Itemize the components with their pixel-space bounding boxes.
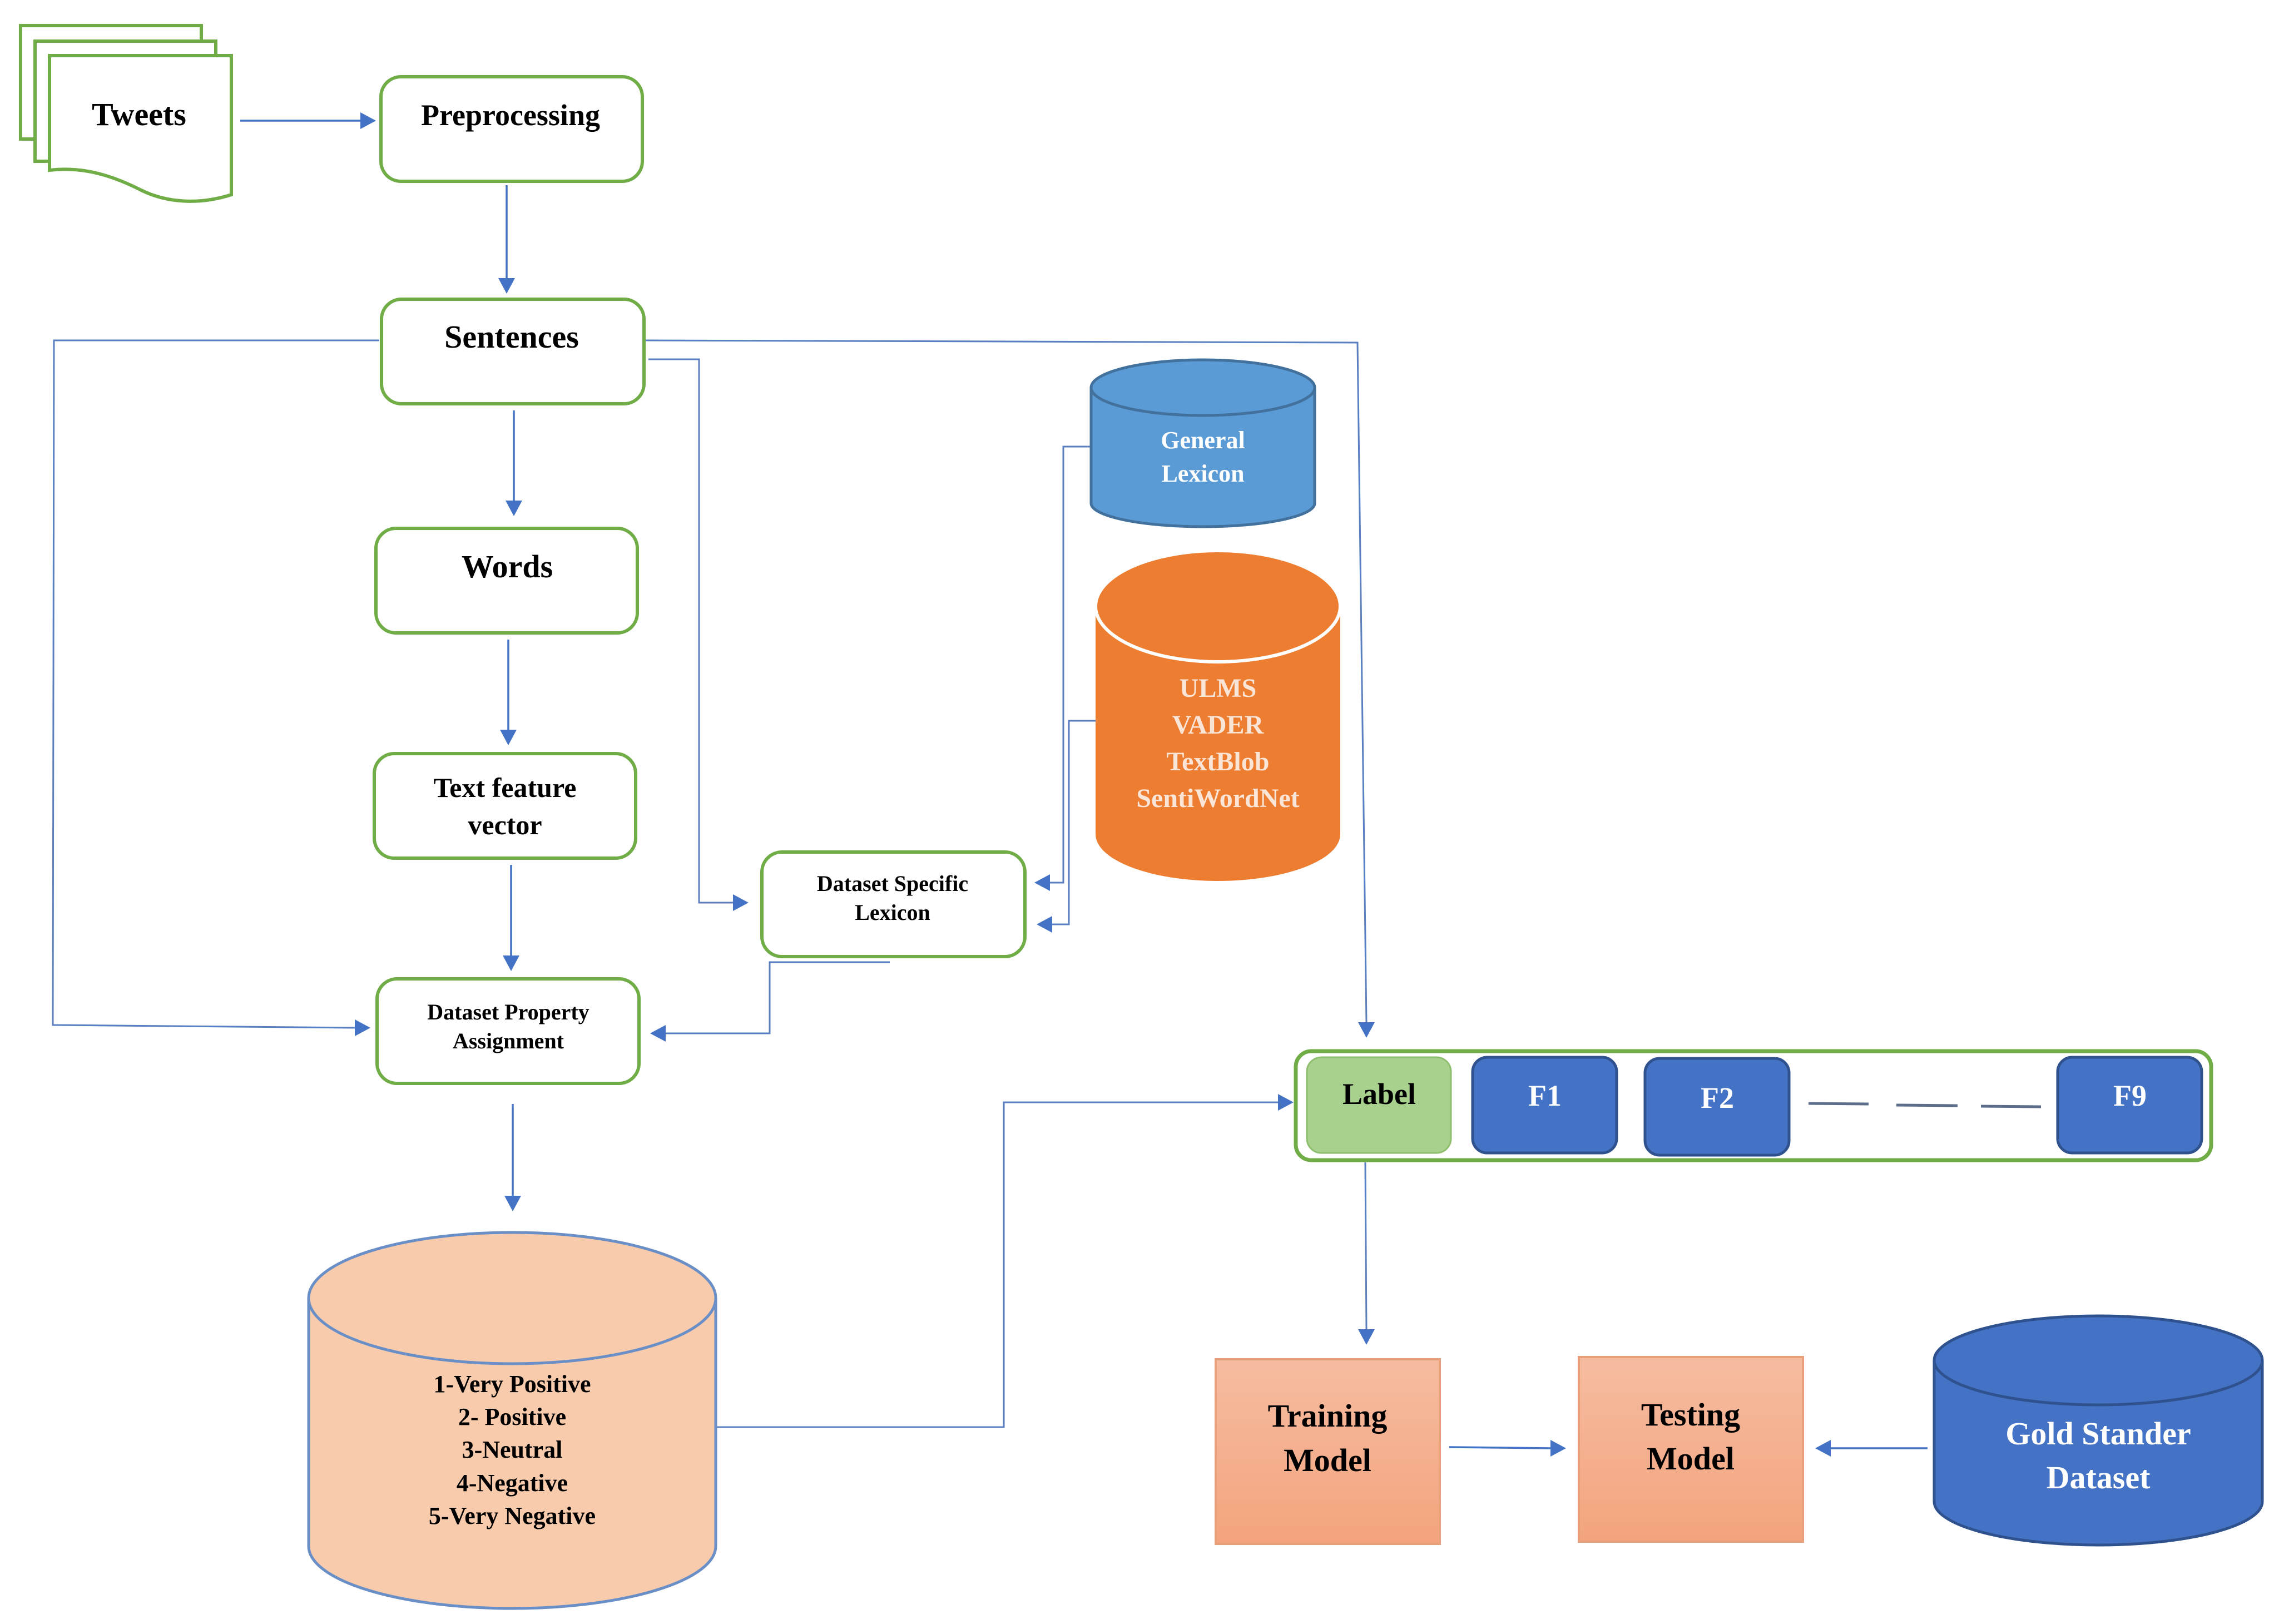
node-dataset-property-assignment[interactable]: Dataset Property Assignment [375, 977, 641, 1085]
node-text-feature-vector[interactable]: Text feature vector [373, 752, 637, 860]
node-testing-model[interactable]: Testing Model [1578, 1356, 1804, 1543]
arrowhead [1815, 1440, 1831, 1457]
ellipsis-dash [1896, 1103, 1958, 1107]
dataset-property-assignment-label-line-2: Assignment [453, 1028, 564, 1053]
dataset-property-assignment-label-line-1: Dataset Property [427, 999, 589, 1024]
node-feature-vector[interactable]: Label F1 F2 F9 [1294, 1049, 2213, 1162]
node-general-lexicon[interactable]: General Lexicon [1089, 358, 1316, 528]
edge-lexicontools-specificlexicon [1051, 720, 1096, 925]
arrowhead [1550, 1440, 1566, 1457]
arrowhead [1037, 916, 1052, 933]
lexicon-tools-label-line-2: VADER [1172, 710, 1265, 740]
general-lexicon-cylinder-top [1089, 358, 1316, 417]
feature-cell-label[interactable]: Label [1306, 1056, 1452, 1154]
edge-featurevector-training [1364, 1162, 1368, 1330]
arrowhead [1358, 1022, 1375, 1038]
preprocessing-label: Preprocessing [421, 98, 600, 132]
arrowhead [360, 112, 376, 129]
arrowhead [506, 501, 522, 516]
node-lexicon-tools[interactable]: ULMS VADER TextBlob SentiWordNet [1094, 549, 1342, 881]
f2-cell-text: F2 [1701, 1081, 1734, 1115]
sentiment-class-5: 5-Very Negative [429, 1502, 596, 1529]
lexicon-tools-label-line-1: ULMS [1180, 674, 1257, 703]
text-feature-vector-label-line-1: Text feature [434, 772, 577, 803]
testing-model-label-line-2: Model [1647, 1440, 1735, 1477]
arrowhead [1358, 1329, 1375, 1345]
text-feature-vector-box [373, 752, 637, 860]
text-feature-vector-label-line-2: vector [468, 809, 542, 840]
ellipsis-dash [1808, 1102, 1869, 1106]
arrowhead [500, 730, 517, 745]
words-label: Words [462, 548, 553, 585]
lexicon-tools-cylinder-top [1094, 549, 1342, 664]
node-sentences[interactable]: Sentences [380, 298, 646, 405]
training-model-label-line-2: Model [1284, 1442, 1371, 1478]
f9-cell-text: F9 [2113, 1079, 2147, 1112]
training-model-label-line-1: Training [1268, 1398, 1388, 1434]
arrowhead [504, 1196, 521, 1211]
arrowhead [650, 1025, 666, 1042]
node-training-model[interactable]: Training Model [1215, 1358, 1441, 1545]
methodology-flow-diagram: Tweets Preprocessing Sentences Words Tex… [19, 24, 2264, 1610]
lexicon-tools-label-line-4: SentiWordNet [1136, 784, 1299, 813]
gold-standard-cylinder-top [1933, 1314, 2264, 1407]
sentiment-class-4: 4-Negative [457, 1469, 568, 1497]
node-preprocessing[interactable]: Preprocessing [379, 75, 644, 183]
tweets-label: Tweets [92, 96, 186, 132]
edge-sentimentdb-featurevector [716, 1101, 1279, 1428]
feature-cell-f1[interactable]: F1 [1471, 1056, 1618, 1155]
testing-model-label-line-1: Testing [1641, 1397, 1740, 1433]
arrowhead [498, 278, 515, 294]
edge-sentences-specificlexicon [648, 358, 734, 904]
label-cell-text: Label [1342, 1077, 1416, 1111]
sentiment-class-1: 1-Very Positive [433, 1370, 591, 1398]
dataset-specific-lexicon-label-line-2: Lexicon [855, 900, 930, 925]
general-lexicon-label-line-1: General [1161, 427, 1245, 454]
gold-standard-label-line-2: Dataset [2047, 1459, 2151, 1496]
edge-sentences-propertyassignment [52, 339, 379, 1029]
ellipsis-dash [1980, 1105, 2042, 1108]
lexicon-tools-label-line-3: TextBlob [1167, 747, 1270, 776]
sentiment-class-2: 2- Positive [458, 1403, 566, 1430]
f1-cell-text: F1 [1528, 1079, 1562, 1112]
arrowhead [355, 1019, 370, 1036]
node-sentiment-classes[interactable]: 1-Very Positive 2- Positive 3-Neutral 4-… [307, 1231, 717, 1610]
arrowhead [503, 955, 519, 971]
node-words[interactable]: Words [374, 527, 639, 635]
arrowhead [1034, 874, 1050, 891]
gold-standard-label-line-1: Gold Stander [2005, 1415, 2191, 1452]
feature-cell-f9[interactable]: F9 [2056, 1056, 2203, 1155]
connectors [52, 112, 1928, 1457]
edge-specificlexicon-propertyassignment [665, 961, 890, 1034]
node-gold-standard-dataset[interactable]: Gold Stander Dataset [1933, 1314, 2264, 1547]
node-dataset-specific-lexicon[interactable]: Dataset Specific Lexicon [760, 850, 1027, 958]
feature-cell-f2[interactable]: F2 [1643, 1057, 1791, 1157]
node-tweets[interactable]: Tweets [19, 24, 233, 203]
arrowhead [733, 894, 749, 911]
sentences-label: Sentences [444, 319, 579, 355]
sentiment-class-3: 3-Neutral [462, 1436, 563, 1463]
edge-training-testing [1449, 1446, 1552, 1449]
arrowhead [1278, 1094, 1294, 1111]
dataset-specific-lexicon-label-line-1: Dataset Specific [817, 871, 968, 896]
general-lexicon-label-line-2: Lexicon [1161, 460, 1244, 487]
sentiment-classes-cylinder-top [307, 1231, 717, 1365]
